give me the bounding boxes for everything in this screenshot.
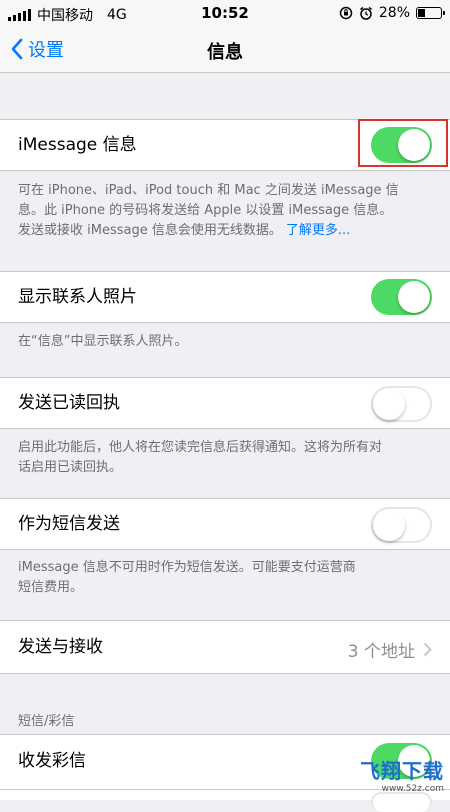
status-bar: 中国移动 4G 10:52 28% <box>0 0 450 28</box>
read-receipts-description-line: 话启用已读回执。 <box>18 460 123 475</box>
send-receive-label: 发送与接收 <box>18 637 103 657</box>
send-receive-detail: 3 个地址 <box>348 637 432 662</box>
imessage-description: 可在 iPhone、iPad、iPod touch 和 Mac 之间发送 iMe… <box>18 181 438 241</box>
page-title: 信息 <box>207 42 243 63</box>
read-receipts-toggle[interactable] <box>371 386 432 422</box>
learn-more-link[interactable]: 了解更多... <box>286 223 350 238</box>
show-contact-photos-toggle[interactable] <box>371 279 432 315</box>
watermark: 飞翔下载 www.52z.com <box>360 755 444 794</box>
watermark-url: www.52z.com <box>381 784 444 794</box>
read-receipts-label: 发送已读回执 <box>18 393 120 413</box>
send-as-sms-toggle[interactable] <box>371 507 432 543</box>
toggle-knob <box>373 388 405 420</box>
next-toggle-partial[interactable] <box>371 792 432 812</box>
orientation-lock-icon <box>339 6 353 20</box>
send-as-sms-description-line: 短信费用。 <box>18 580 84 595</box>
send-as-sms-row: 作为短信发送 <box>0 498 450 550</box>
battery-percent: 28% <box>378 5 410 21</box>
imessage-description-line: 可在 iPhone、iPad、iPod touch 和 Mac 之间发送 iMe… <box>18 183 399 198</box>
sms-mms-section-header: 短信/彩信 <box>18 714 75 729</box>
send-as-sms-label: 作为短信发送 <box>18 514 120 534</box>
battery-icon <box>416 7 445 19</box>
highlight-box <box>358 119 448 167</box>
send-as-sms-description-line: iMessage 信息不可用时作为短信发送。可能要支付运营商 <box>18 560 356 575</box>
show-contact-photos-row: 显示联系人照片 <box>0 271 450 323</box>
watermark-logo-text: 飞翔下载 <box>360 759 444 783</box>
show-contact-photos-label: 显示联系人照片 <box>18 287 137 307</box>
imessage-description-line: 息。此 iPhone 的号码将发送给 Apple 以设置 iMessage 信息… <box>18 203 393 218</box>
chevron-right-icon <box>423 642 432 657</box>
imessage-description-line: 发送或接收 iMessage 信息会使用无线数据。 了解更多... <box>18 221 438 241</box>
read-receipts-description: 启用此功能后，他人将在您读完信息后获得通知。这将为所有对 话启用已读回执。 <box>18 438 438 478</box>
read-receipts-description-line: 启用此功能后，他人将在您读完信息后获得通知。这将为所有对 <box>18 440 383 455</box>
show-contact-photos-description: 在“信息”中显示联系人照片。 <box>18 334 188 349</box>
send-receive-value: 3 个地址 <box>347 642 415 662</box>
read-receipts-row: 发送已读回执 <box>0 377 450 429</box>
send-as-sms-description: iMessage 信息不可用时作为短信发送。可能要支付运营商 短信费用。 <box>18 558 438 598</box>
navigation-bar: 设置 信息 <box>0 28 450 73</box>
status-right: 28% <box>339 5 445 21</box>
send-receive-row[interactable]: 发送与接收 3 个地址 <box>0 620 450 674</box>
alarm-icon <box>359 6 372 20</box>
imessage-label: iMessage 信息 <box>18 135 137 155</box>
imessage-description-text: 发送或接收 iMessage 信息会使用无线数据。 <box>18 223 282 238</box>
toggle-knob <box>398 281 430 313</box>
mms-messaging-label: 收发彩信 <box>18 751 86 771</box>
toggle-knob <box>373 509 405 541</box>
